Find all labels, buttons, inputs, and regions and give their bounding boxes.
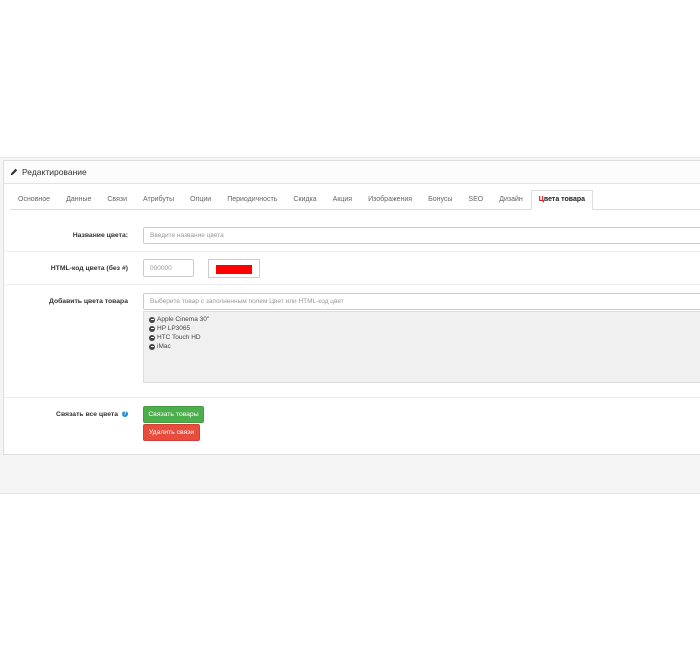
tab-design[interactable]: Дизайн <box>499 196 523 209</box>
product-search-input[interactable]: Выберите товар с заполненным полем Цвет … <box>143 293 700 310</box>
pencil-icon <box>10 168 18 176</box>
tab-options[interactable]: Опции <box>190 196 211 209</box>
panel-title: Редактирование <box>22 167 87 177</box>
html-code-input[interactable]: 000000 <box>143 259 194 277</box>
link-all-label-text: Связать все цвета <box>56 411 118 418</box>
edit-panel: Редактирование Основное Данные Связи Атр… <box>3 160 700 455</box>
product-item: HP LP3065 <box>149 325 190 332</box>
add-colors-label: Добавить цвета товара <box>49 298 128 305</box>
product-name: HTC Touch HD <box>157 334 201 341</box>
tab-special[interactable]: Акция <box>333 196 352 209</box>
tab-discount[interactable]: Скидка <box>293 196 316 209</box>
tab-product-colors[interactable]: Цвета товара <box>530 190 594 210</box>
tab-product-colors-label: вета товара <box>543 196 586 203</box>
remove-circle-icon[interactable] <box>149 316 155 323</box>
color-name-label: Название цвета: <box>72 232 128 239</box>
question-circle-icon[interactable]: ? <box>122 411 128 418</box>
tab-links[interactable]: Связи <box>107 196 127 209</box>
tab-data[interactable]: Данные <box>66 196 91 209</box>
tab-images[interactable]: Изображения <box>368 196 412 209</box>
tab-attributes[interactable]: Атрибуты <box>143 196 174 209</box>
panel-heading: Редактирование <box>4 161 700 184</box>
add-colors-row: Добавить цвета товара Выберите товар с з… <box>4 284 700 398</box>
color-swatch-picker[interactable] <box>208 259 260 278</box>
remove-circle-icon[interactable] <box>149 343 155 350</box>
link-products-button[interactable]: Связать товары <box>143 406 204 423</box>
product-name: HP LP3065 <box>157 325 191 332</box>
tab-reward[interactable]: Бонусы <box>428 196 452 209</box>
remove-circle-icon[interactable] <box>149 334 155 341</box>
tab-recurring[interactable]: Периодичность <box>227 196 277 209</box>
tab-seo[interactable]: SEO <box>468 196 483 209</box>
link-all-label: Связать все цвета? <box>4 411 128 418</box>
link-all-row: Связать все цвета? Связать товары Удалит… <box>4 397 700 455</box>
tab-bar: Основное Данные Связи Атрибуты Опции Пер… <box>10 188 700 210</box>
color-name-input[interactable]: Введите название цвета <box>143 227 700 244</box>
html-code-label: HTML-код цвета (без #) <box>50 265 128 272</box>
color-swatch <box>216 265 252 274</box>
remove-circle-icon[interactable] <box>149 325 155 332</box>
product-item: iMac <box>149 343 171 350</box>
selected-products-list: Apple Cinema 30" HP LP3065 HTC Touch HD … <box>143 311 700 383</box>
product-item: HTC Touch HD <box>149 334 201 341</box>
product-name: Apple Cinema 30" <box>157 316 210 323</box>
html-code-row: HTML-код цвета (без #) 000000 <box>4 251 700 285</box>
product-item: Apple Cinema 30" <box>149 316 209 323</box>
color-name-row: Название цвета: Введите название цвета <box>4 219 700 251</box>
product-name: iMac <box>157 343 171 350</box>
remove-links-button[interactable]: Удалить связи <box>143 424 200 441</box>
tab-general[interactable]: Основное <box>18 196 50 209</box>
